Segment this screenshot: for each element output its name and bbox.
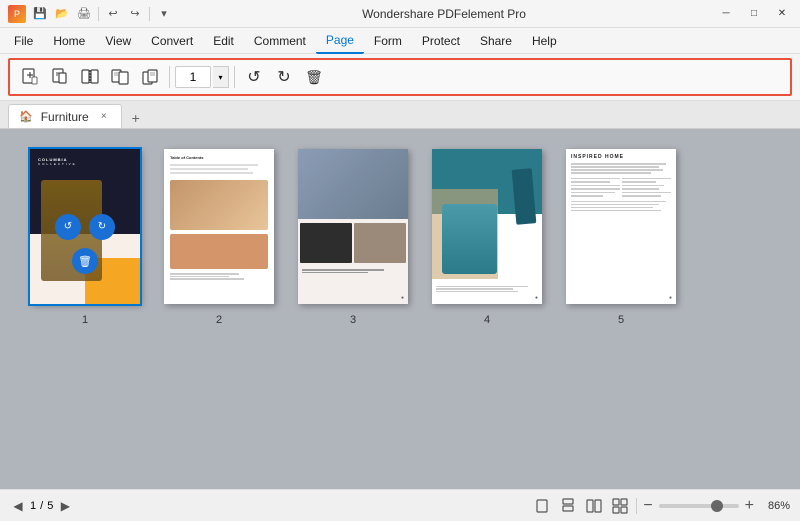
menu-convert[interactable]: Convert [141, 28, 203, 54]
status-bar: ◀ 1 / 5 ▶ − + 86% [0, 489, 800, 521]
page-number-input[interactable]: 1 [175, 66, 211, 88]
new-tab-button[interactable]: + [126, 108, 146, 128]
page-toolbar: 1 ▾ ↺ ↻ 🗑 [8, 58, 792, 96]
page-2-thumbnail[interactable]: Table of Contents [164, 149, 274, 304]
split-page-button[interactable] [76, 63, 104, 91]
divider [98, 7, 99, 21]
page-5-thumbnail[interactable]: INSPIRED HOME [566, 149, 676, 304]
page-thumb-5[interactable]: INSPIRED HOME [566, 149, 676, 326]
extract-page-button[interactable] [46, 63, 74, 91]
menu-protect[interactable]: Protect [412, 28, 470, 54]
page-separator: / [40, 500, 43, 512]
divider [149, 7, 150, 21]
maximize-button[interactable]: □ [744, 4, 764, 24]
total-pages: 5 [47, 500, 53, 512]
quick-access-icon[interactable]: ▾ [156, 6, 172, 22]
main-content: COLUMBIA COLLECTIVE ↺ ↻ 🗑 ▶ 1 Table of C… [0, 129, 800, 489]
zoom-out-button[interactable]: − [643, 498, 652, 514]
thumbnail-view-button[interactable] [610, 496, 630, 516]
undo-icon[interactable]: ↩ [105, 6, 121, 22]
menu-help[interactable]: Help [522, 28, 567, 54]
page-3-thumbnail[interactable]: ● [298, 149, 408, 304]
next-page-button[interactable]: ▶ [57, 498, 73, 514]
page-2-number: 2 [216, 314, 222, 326]
insert-page-button[interactable] [16, 63, 44, 91]
page-3-number: 3 [350, 314, 356, 326]
redo-icon[interactable]: ↪ [127, 6, 143, 22]
menu-home[interactable]: Home [43, 28, 95, 54]
toolbar-sep-1 [169, 66, 170, 88]
menu-bar: File Home View Convert Edit Comment Page… [0, 28, 800, 54]
single-page-view-button[interactable] [532, 496, 552, 516]
page-thumb-1[interactable]: COLUMBIA COLLECTIVE ↺ ↻ 🗑 ▶ 1 [30, 149, 140, 326]
page-4-number: 4 [484, 314, 490, 326]
menu-page[interactable]: Page [316, 28, 364, 54]
open-icon[interactable]: 📂 [54, 6, 70, 22]
page-1-thumbnail[interactable]: COLUMBIA COLLECTIVE ↺ ↻ 🗑 ▶ [30, 149, 140, 304]
app-title: Wondershare PDFelement Pro [172, 7, 716, 21]
zoom-thumb[interactable] [711, 500, 723, 512]
page-thumb-3[interactable]: ● 3 [298, 149, 408, 326]
two-page-view-button[interactable] [584, 496, 604, 516]
title-bar: P 💾 📂 🖨 ↩ ↪ ▾ Wondershare PDFelement Pro… [0, 0, 800, 28]
minimize-button[interactable]: ─ [716, 4, 736, 24]
duplicate-page-button[interactable] [136, 63, 164, 91]
print-icon[interactable]: 🖨 [76, 6, 92, 22]
page-5-number: 5 [618, 314, 624, 326]
page-dropdown[interactable]: ▾ [213, 66, 229, 88]
rotate-left-button[interactable]: ↺ [240, 63, 268, 91]
page-thumb-2[interactable]: Table of Contents 2 [164, 149, 274, 326]
delete-page-button[interactable]: 🗑 [300, 63, 328, 91]
page-navigation: ◀ 1 / 5 ▶ [10, 498, 73, 514]
status-left: ◀ 1 / 5 ▶ [10, 498, 73, 514]
window-controls: ─ □ ✕ [716, 4, 792, 24]
close-button[interactable]: ✕ [772, 4, 792, 24]
menu-share[interactable]: Share [470, 28, 522, 54]
status-right: − + 86% [532, 496, 790, 516]
tab-label: Furniture [41, 110, 89, 124]
zoom-in-button[interactable]: + [745, 498, 754, 514]
save-icon[interactable]: 💾 [32, 6, 48, 22]
home-icon: 🏠 [19, 110, 33, 123]
current-page: 1 [30, 500, 36, 512]
menu-comment[interactable]: Comment [244, 28, 316, 54]
rotate-right-button[interactable]: ↻ [270, 63, 298, 91]
status-divider [636, 498, 637, 514]
furniture-tab[interactable]: 🏠 Furniture × [8, 104, 122, 128]
prev-page-button[interactable]: ◀ [10, 498, 26, 514]
zoom-level: 86% [760, 500, 790, 512]
menu-edit[interactable]: Edit [203, 28, 244, 54]
page-thumb-4[interactable]: ● 4 [432, 149, 542, 326]
page-4-thumbnail[interactable]: ● [432, 149, 542, 304]
menu-file[interactable]: File [4, 28, 43, 54]
app-icon: P [8, 5, 26, 23]
title-bar-left: P 💾 📂 🖨 ↩ ↪ ▾ [8, 5, 172, 23]
replace-page-button[interactable] [106, 63, 134, 91]
menu-form[interactable]: Form [364, 28, 412, 54]
page-1-number: 1 [82, 314, 88, 326]
continuous-view-button[interactable] [558, 496, 578, 516]
toolbar-sep-2 [234, 66, 235, 88]
zoom-slider[interactable] [659, 504, 739, 508]
menu-view[interactable]: View [95, 28, 141, 54]
tab-bar: 🏠 Furniture × + [0, 101, 800, 129]
tab-close-button[interactable]: × [97, 110, 111, 124]
